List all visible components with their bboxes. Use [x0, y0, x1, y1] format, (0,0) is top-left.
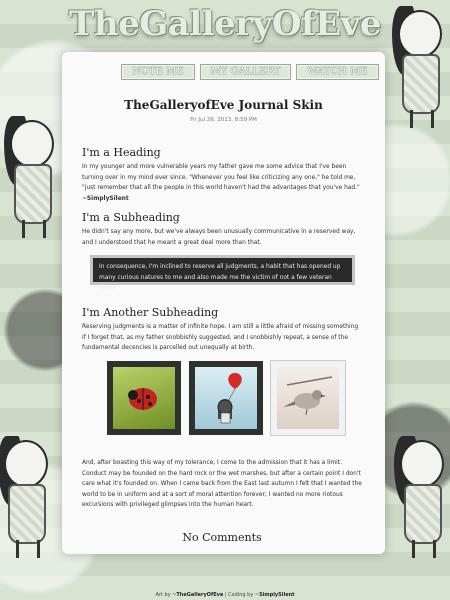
- thumbnail-gallery: [107, 361, 345, 435]
- heading: I'm a Heading: [82, 146, 161, 159]
- quote-box: In consequence, I'm inclined to reserve …: [90, 255, 355, 291]
- no-comments-label[interactable]: No Comments: [82, 531, 362, 544]
- nav-my-gallery-button[interactable]: MY GALLERY: [199, 64, 292, 80]
- left-girl-illustration-bottom: [0, 436, 54, 560]
- subheading: I'm a Subheading: [82, 211, 180, 224]
- subheading-section: I'm a Subheading He didn't say any more,…: [82, 211, 362, 248]
- comments-section: No Comments: [82, 531, 362, 544]
- footer-art-link[interactable]: TheGalleryOfEve: [176, 592, 223, 598]
- another-subheading-text: Reserving judgments is a matter of infin…: [82, 324, 359, 351]
- nav-watch-me-button[interactable]: WATCH ME: [296, 64, 379, 80]
- nav-bar: NOTE ME MY GALLERY WATCH ME: [121, 64, 379, 80]
- footer-credits: Art by ~TheGalleryOfEve | Coding by ~Sim…: [0, 592, 450, 598]
- ladybug-thumbnail[interactable]: [107, 361, 181, 435]
- bird-thumbnail[interactable]: [271, 361, 345, 435]
- journal-date: Fri Jul 26, 2013, 8:59 PM: [190, 117, 257, 123]
- journal-title: TheGalleryofEve Journal Skin: [124, 98, 323, 112]
- nav-note-me-button[interactable]: NOTE ME: [121, 64, 195, 80]
- footer-mid: | Coding by ~: [223, 592, 260, 598]
- right-girl-illustration-bottom: [392, 436, 450, 560]
- left-girl-illustration-top: [2, 116, 60, 240]
- site-title: TheGalleryOfEve: [69, 4, 381, 44]
- closing-text: And, after boasting this way of my toler…: [82, 460, 362, 508]
- footer-code-link[interactable]: SimplySilent: [259, 592, 294, 598]
- another-subheading-section: I'm Another Subheading Reserving judgmen…: [82, 306, 362, 354]
- another-subheading: I'm Another Subheading: [82, 306, 219, 319]
- footer-prefix: Art by ~: [155, 592, 177, 598]
- heading-section: I'm a Heading In my younger and more vul…: [82, 146, 362, 204]
- subheading-text: He didn't say any more, but we've always…: [82, 229, 356, 246]
- closing-section: And, after boasting this way of my toler…: [82, 458, 362, 511]
- heading-text: In my younger and more vulnerable years …: [82, 164, 360, 191]
- heading-signature[interactable]: ~SimplySilent: [82, 194, 362, 205]
- girl-balloon-thumbnail[interactable]: [189, 361, 263, 435]
